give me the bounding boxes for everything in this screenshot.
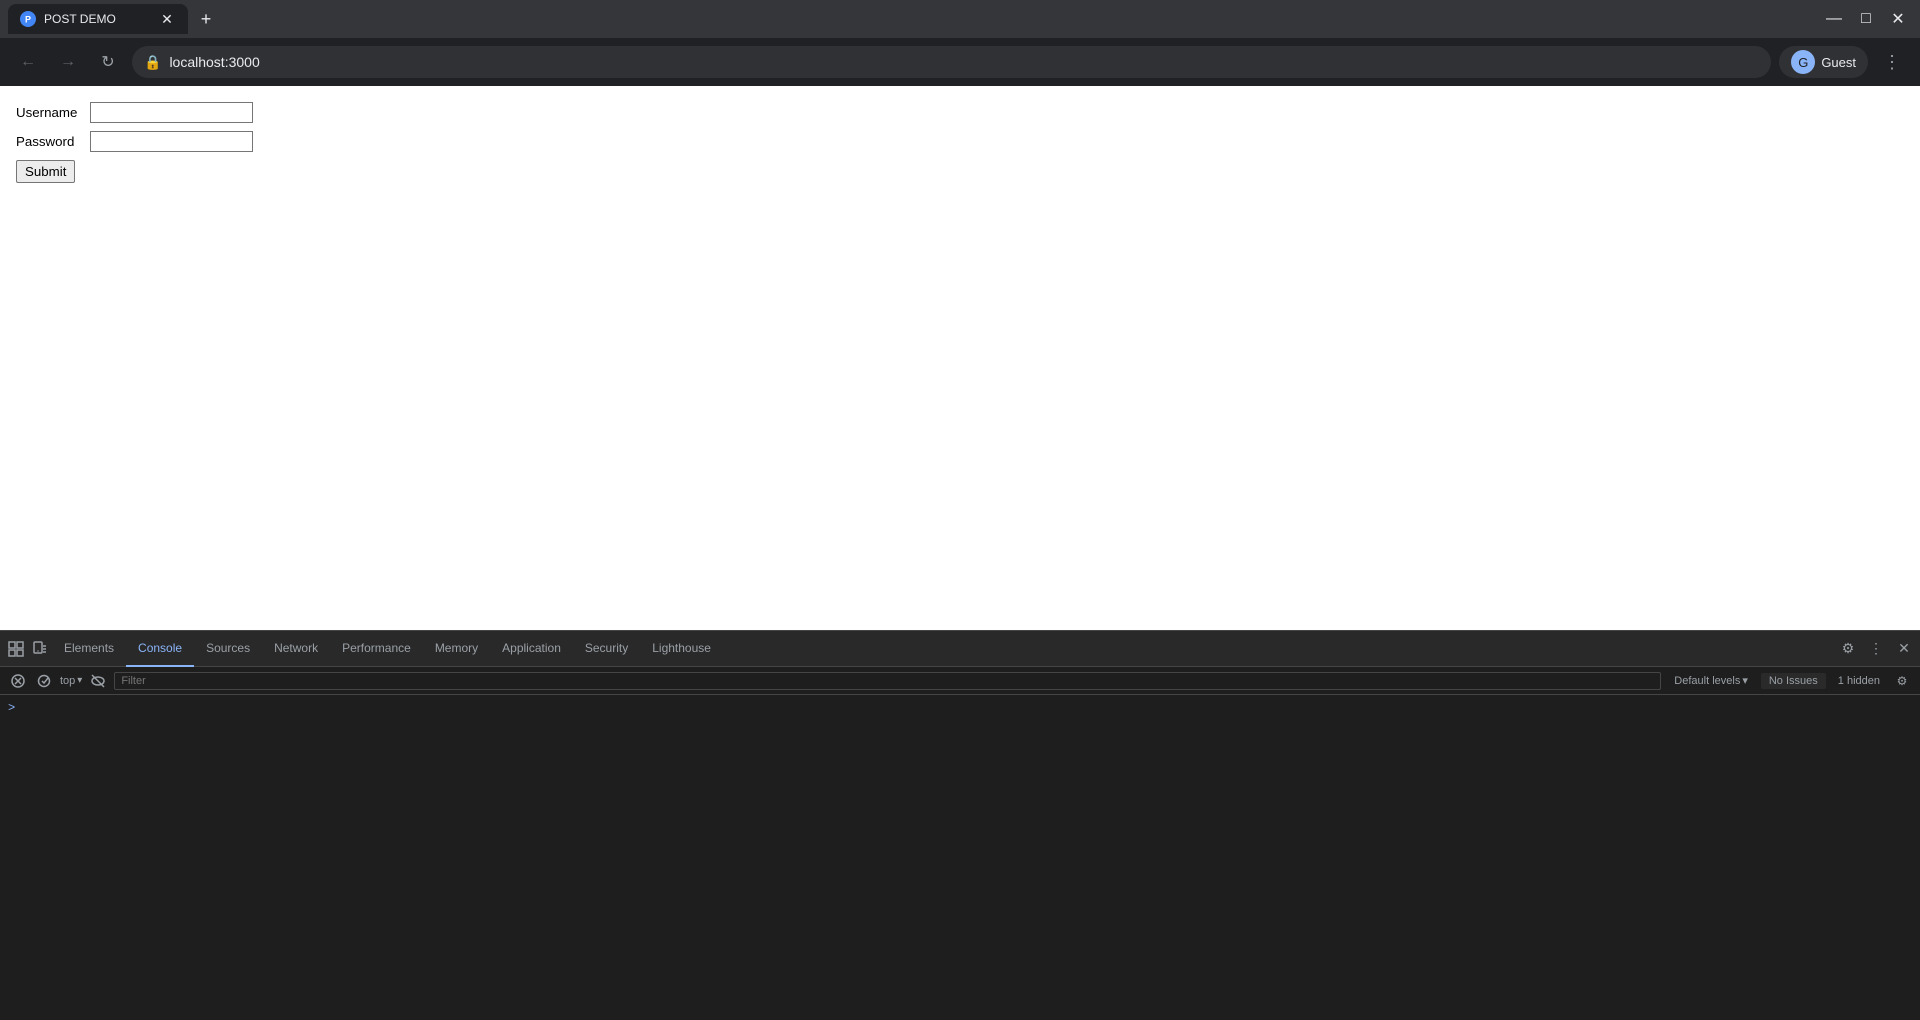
username-label: Username — [16, 105, 86, 120]
new-tab-button[interactable]: + — [192, 5, 220, 33]
profile-label: Guest — [1821, 55, 1856, 70]
address-text: localhost:3000 — [169, 54, 1759, 70]
tab-bar: P POST DEMO ✕ + — □ ✕ — [0, 0, 1920, 38]
log-levels-button[interactable]: Default levels ▾ — [1667, 671, 1755, 690]
devtools-close-button[interactable]: ✕ — [1892, 637, 1916, 661]
context-arrow: ▾ — [77, 675, 82, 686]
preserve-log-button[interactable] — [34, 671, 54, 691]
forward-button[interactable]: → — [52, 46, 84, 78]
tab-title: POST DEMO — [44, 12, 154, 26]
profile-button[interactable]: G Guest — [1779, 46, 1868, 78]
maximize-button[interactable]: □ — [1852, 5, 1880, 33]
password-label: Password — [16, 134, 86, 149]
levels-arrow: ▾ — [1742, 674, 1748, 687]
back-button[interactable]: ← — [12, 46, 44, 78]
browser-chrome: P POST DEMO ✕ + — □ ✕ ← → ↻ 🔒 localhost:… — [0, 0, 1920, 86]
no-issues-badge[interactable]: No Issues — [1761, 673, 1826, 689]
password-input[interactable] — [90, 131, 253, 152]
window-controls: — □ ✕ — [1820, 5, 1912, 33]
tab-security[interactable]: Security — [573, 631, 640, 667]
hide-network-button[interactable] — [88, 671, 108, 691]
devtools-tab-bar: Elements Console Sources Network Perform… — [0, 631, 1920, 667]
devtools-more-button[interactable]: ⋮ — [1864, 637, 1888, 661]
console-filter-input[interactable] — [114, 672, 1661, 690]
submit-row: Submit — [16, 160, 1904, 183]
clear-console-button[interactable] — [8, 671, 28, 691]
tab-application[interactable]: Application — [490, 631, 573, 667]
page-content: Username Password Submit — [0, 86, 1920, 630]
password-row: Password — [16, 131, 1904, 152]
console-toolbar: top ▾ Default levels ▾ No Issues 1 hidde… — [0, 667, 1920, 695]
tab-elements[interactable]: Elements — [52, 631, 126, 667]
address-input-wrap[interactable]: 🔒 localhost:3000 — [132, 46, 1771, 78]
devtools-panel: Elements Console Sources Network Perform… — [0, 630, 1920, 1020]
profile-icon: G — [1791, 50, 1815, 74]
active-tab[interactable]: P POST DEMO ✕ — [8, 4, 188, 34]
console-content: > — [0, 695, 1920, 1020]
console-settings-button[interactable]: ⚙ — [1892, 671, 1912, 691]
tab-favicon: P — [20, 11, 36, 27]
close-window-button[interactable]: ✕ — [1884, 5, 1912, 33]
username-row: Username — [16, 102, 1904, 123]
address-bar: ← → ↻ 🔒 localhost:3000 G Guest ⋮ — [0, 38, 1920, 86]
inspect-element-button[interactable] — [4, 637, 28, 661]
tab-network[interactable]: Network — [262, 631, 330, 667]
minimize-button[interactable]: — — [1820, 5, 1848, 33]
svg-text:P: P — [25, 15, 31, 25]
hidden-count-badge[interactable]: 1 hidden — [1832, 673, 1886, 689]
reload-button[interactable]: ↻ — [92, 46, 124, 78]
username-input[interactable] — [90, 102, 253, 123]
submit-button[interactable]: Submit — [16, 160, 75, 183]
tab-memory[interactable]: Memory — [423, 631, 490, 667]
lock-icon: 🔒 — [144, 54, 161, 71]
devtools-toolbar-icons: ⚙ ⋮ ✕ — [1836, 637, 1916, 661]
device-toolbar-button[interactable] — [28, 637, 52, 661]
levels-label: Default levels — [1674, 675, 1740, 687]
console-prompt-arrow: > — [8, 701, 15, 715]
tab-close-button[interactable]: ✕ — [158, 10, 176, 28]
tab-lighthouse[interactable]: Lighthouse — [640, 631, 723, 667]
context-selector[interactable]: top ▾ — [60, 675, 82, 687]
tab-performance[interactable]: Performance — [330, 631, 423, 667]
browser-menu-button[interactable]: ⋮ — [1876, 46, 1908, 78]
devtools-settings-button[interactable]: ⚙ — [1836, 637, 1860, 661]
console-prompt-line[interactable]: > — [8, 699, 1912, 717]
tab-console[interactable]: Console — [126, 631, 194, 667]
tab-sources[interactable]: Sources — [194, 631, 262, 667]
context-label: top — [60, 675, 75, 687]
